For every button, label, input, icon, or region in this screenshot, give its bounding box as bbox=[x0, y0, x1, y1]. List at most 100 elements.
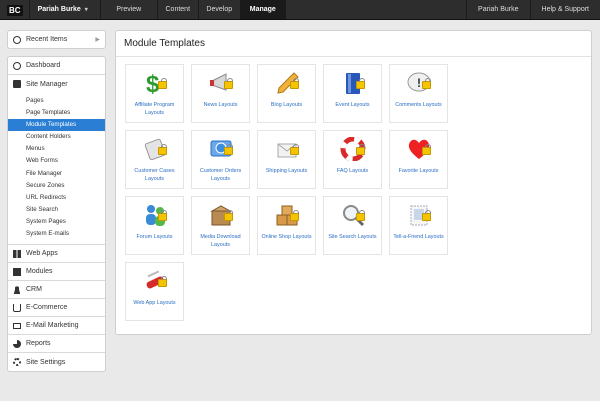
tile-favorite-layouts[interactable]: Favorite Layouts bbox=[389, 130, 448, 189]
lock-icon bbox=[422, 210, 431, 221]
sidebar-item-label: Dashboard bbox=[26, 62, 61, 69]
account-link[interactable]: Pariah Burke bbox=[466, 0, 529, 19]
sidebar-item-label: E-Mail Marketing bbox=[26, 322, 79, 330]
tile-shipping-layouts[interactable]: Shipping Layouts bbox=[257, 130, 316, 189]
tile-label: Event Layouts bbox=[335, 102, 370, 108]
tile-news-layouts[interactable]: News Layouts bbox=[191, 64, 250, 123]
lock-icon bbox=[356, 144, 365, 155]
lock-icon bbox=[158, 276, 167, 287]
modules-icon bbox=[13, 267, 21, 276]
lock-icon bbox=[356, 210, 365, 221]
tile-label: Affiliate Program Layouts bbox=[134, 102, 175, 116]
tile-affiliate-program-layouts[interactable]: $ Affiliate Program Layouts bbox=[125, 64, 184, 123]
sidebar-item-crm[interactable]: CRM bbox=[8, 281, 105, 300]
lock-icon bbox=[290, 210, 299, 221]
lock-icon bbox=[224, 78, 233, 89]
caret-down-icon: ▾ bbox=[84, 7, 88, 13]
tile-blog-layouts[interactable]: Blog Layouts bbox=[257, 64, 316, 123]
site-manager-icon bbox=[13, 80, 21, 88]
clock-icon bbox=[13, 35, 21, 44]
lock-icon bbox=[356, 78, 365, 89]
sidebar-item-modules[interactable]: Modules bbox=[8, 263, 105, 282]
tab-manage[interactable]: Manage bbox=[240, 0, 286, 19]
tile-label: Favorite Layouts bbox=[398, 168, 439, 174]
lock-icon bbox=[224, 210, 233, 221]
sidebar-item-label: Site Manager bbox=[26, 80, 68, 88]
sidebar-item-label: CRM bbox=[26, 286, 42, 294]
sidebar-item-menus[interactable]: Menus bbox=[8, 143, 105, 155]
pie-chart-icon bbox=[13, 339, 21, 348]
help-support-link[interactable]: Help & Support bbox=[529, 0, 600, 19]
tile-label: Tell-a-Friend Layouts bbox=[393, 234, 444, 240]
tab-label: Preview bbox=[116, 6, 142, 13]
tile-web-app-layouts[interactable]: Web App Layouts bbox=[125, 262, 184, 321]
sidebar-item-reports[interactable]: Reports bbox=[8, 335, 105, 354]
lock-icon bbox=[158, 210, 167, 221]
lock-icon bbox=[158, 78, 167, 89]
svg-text:!: ! bbox=[417, 76, 421, 90]
sidebar-item-label: Modules bbox=[26, 268, 53, 276]
tile-forum-layouts[interactable]: Forum Layouts bbox=[125, 196, 184, 255]
speedometer-icon bbox=[13, 61, 21, 70]
sidebar-item-web-apps[interactable]: Web Apps bbox=[8, 245, 105, 264]
sidebar-item-module-templates[interactable]: Module Templates bbox=[8, 119, 105, 132]
sidebar-item-dashboard[interactable]: Dashboard bbox=[8, 57, 105, 75]
tab-label: Develop bbox=[206, 6, 233, 13]
tile-customer-orders-layouts[interactable]: Customer Orders Layouts bbox=[191, 130, 250, 189]
envelope-icon bbox=[13, 322, 21, 329]
sidebar-item-page-templates[interactable]: Page Templates bbox=[8, 107, 105, 119]
sidebar-nav: Dashboard Site Manager Pages Page Templa… bbox=[7, 56, 106, 373]
tab-content[interactable]: Content bbox=[158, 0, 199, 19]
tile-label: Customer Cases Layouts bbox=[134, 168, 175, 182]
chevron-right-icon: ▶ bbox=[95, 37, 100, 43]
sidebar-item-url-redirects[interactable]: URL Redirects bbox=[8, 192, 105, 204]
tab-develop[interactable]: Develop bbox=[199, 0, 241, 19]
lock-icon bbox=[422, 144, 431, 155]
recent-items-label: Recent Items bbox=[26, 36, 68, 43]
tile-label: Shipping Layouts bbox=[265, 168, 308, 174]
tile-label: Customer Orders Layouts bbox=[199, 168, 242, 182]
top-bar: BC Pariah Burke ▾ Preview Content Develo… bbox=[0, 0, 600, 20]
sidebar-item-secure-zones[interactable]: Secure Zones bbox=[8, 180, 105, 192]
sidebar-item-system-emails[interactable]: System E-mails bbox=[8, 228, 105, 240]
tab-preview[interactable]: Preview bbox=[101, 0, 158, 19]
divider bbox=[116, 56, 591, 57]
tile-site-search-layouts[interactable]: Site Search Layouts bbox=[323, 196, 382, 255]
tile-tell-a-friend-layouts[interactable]: Tell-a-Friend Layouts bbox=[389, 196, 448, 255]
sidebar-item-ecommerce[interactable]: E-Commerce bbox=[8, 299, 105, 318]
tile-media-download-layouts[interactable]: Media Download Layouts bbox=[191, 196, 250, 255]
tab-label: Manage bbox=[249, 6, 276, 13]
gear-icon bbox=[13, 358, 21, 367]
sidebar-item-site-settings[interactable]: Site Settings bbox=[8, 353, 105, 371]
bc-logo: BC bbox=[7, 4, 23, 16]
link-label: Help & Support bbox=[541, 6, 589, 13]
sidebar-item-system-pages[interactable]: System Pages bbox=[8, 216, 105, 228]
tile-customer-cases-layouts[interactable]: Customer Cases Layouts bbox=[125, 130, 184, 189]
tile-label: FAQ Layouts bbox=[336, 168, 369, 174]
recent-items[interactable]: Recent Items ▶ bbox=[7, 30, 106, 49]
sidebar-item-site-manager[interactable]: Site Manager bbox=[8, 75, 105, 93]
sidebar-item-site-search[interactable]: Site Search bbox=[8, 204, 105, 216]
sidebar-item-file-manager[interactable]: File Manager bbox=[8, 168, 105, 180]
tile-label: Online Shop Layouts bbox=[261, 234, 312, 240]
site-manager-submenu: Pages Page Templates Module Templates Co… bbox=[8, 93, 105, 246]
user-menu[interactable]: Pariah Burke ▾ bbox=[30, 0, 101, 19]
person-icon bbox=[13, 285, 21, 294]
tile-comments-layouts[interactable]: ! Comments Layouts bbox=[389, 64, 448, 123]
tile-label: Comments Layouts bbox=[395, 102, 442, 108]
cart-icon bbox=[13, 303, 21, 312]
sidebar-item-pages[interactable]: Pages bbox=[8, 95, 105, 107]
tile-online-shop-layouts[interactable]: Online Shop Layouts bbox=[257, 196, 316, 255]
page-title: Module Templates bbox=[124, 38, 205, 49]
sidebar-item-label: Site Settings bbox=[26, 358, 66, 366]
sidebar-item-label: Reports bbox=[26, 340, 51, 348]
sidebar-item-email-marketing[interactable]: E-Mail Marketing bbox=[8, 317, 105, 336]
link-label: Pariah Burke bbox=[478, 6, 519, 13]
sidebar-item-content-holders[interactable]: Content Holders bbox=[8, 131, 105, 143]
tile-event-layouts[interactable]: Event Layouts bbox=[323, 64, 382, 123]
tile-label: Web App Layouts bbox=[133, 300, 176, 306]
logo[interactable]: BC bbox=[0, 0, 30, 20]
sidebar-item-label: E-Commerce bbox=[26, 304, 68, 312]
tile-faq-layouts[interactable]: FAQ Layouts bbox=[323, 130, 382, 189]
sidebar-item-web-forms[interactable]: Web Forms bbox=[8, 155, 105, 167]
